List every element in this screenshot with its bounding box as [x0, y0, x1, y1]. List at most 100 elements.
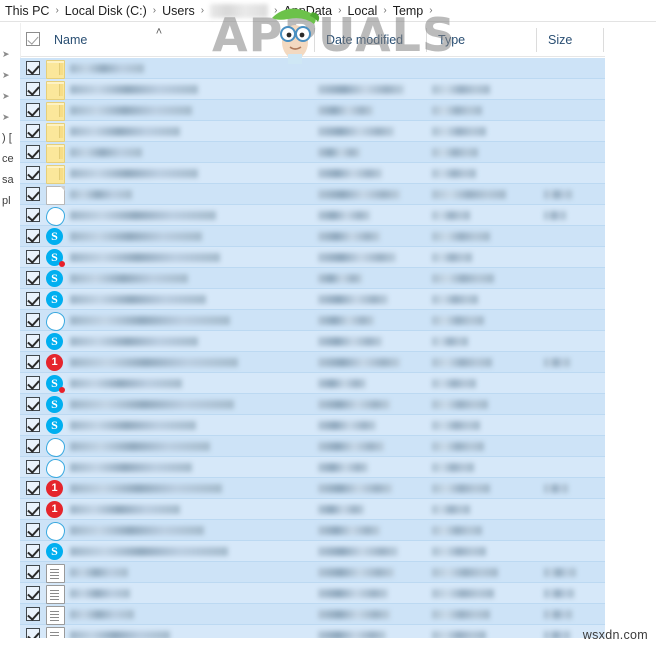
row-checkbox[interactable] [26, 502, 40, 516]
breadcrumb-item-appdata[interactable]: AppData [280, 0, 335, 22]
file-row[interactable] [20, 163, 605, 184]
cell-type [432, 379, 476, 388]
red-badge-icon: 1 [46, 354, 63, 371]
file-row[interactable] [20, 562, 605, 583]
column-header-name[interactable]: Name [46, 23, 318, 57]
file-row[interactable]: 1 [20, 352, 605, 373]
breadcrumb-item-local[interactable]: Local [344, 0, 380, 22]
row-checkbox[interactable] [26, 628, 40, 638]
cell-file-name [70, 85, 198, 94]
row-checkbox[interactable] [26, 229, 40, 243]
row-checkbox[interactable] [26, 376, 40, 390]
row-checkbox[interactable] [26, 187, 40, 201]
cell-type [432, 484, 490, 493]
sidebar-item[interactable]: ➤ [0, 107, 20, 128]
file-row[interactable] [20, 436, 605, 457]
row-checkbox[interactable] [26, 544, 40, 558]
select-all-checkbox[interactable] [26, 32, 40, 46]
skype-icon: S [46, 417, 63, 434]
row-checkbox[interactable] [26, 124, 40, 138]
row-checkbox[interactable] [26, 292, 40, 306]
sidebar-item[interactable]: ) [ [0, 128, 20, 149]
sidebar-item[interactable]: ➤ [0, 44, 20, 65]
breadcrumb-item-users[interactable]: Users [159, 0, 198, 22]
breadcrumb-item-this-pc[interactable]: This PC [2, 0, 52, 22]
file-row[interactable] [20, 79, 605, 100]
chevron-right-icon[interactable]: ➤ [2, 70, 10, 80]
row-checkbox[interactable] [26, 460, 40, 474]
column-resize-handle[interactable] [603, 28, 604, 52]
cell-file-name [70, 316, 230, 325]
file-row[interactable] [20, 310, 605, 331]
row-checkbox[interactable] [26, 334, 40, 348]
row-checkbox[interactable] [26, 208, 40, 222]
file-row[interactable]: S [20, 289, 605, 310]
file-row[interactable] [20, 583, 605, 604]
file-row[interactable]: S [20, 268, 605, 289]
row-checkbox[interactable] [26, 313, 40, 327]
row-checkbox[interactable] [26, 481, 40, 495]
row-checkbox[interactable] [26, 250, 40, 264]
breadcrumb-item-local-disk-c[interactable]: Local Disk (C:) [62, 0, 150, 22]
sidebar-item[interactable]: ➤ [0, 86, 20, 107]
row-checkbox[interactable] [26, 103, 40, 117]
row-checkbox[interactable] [26, 523, 40, 537]
sidebar-item[interactable] [0, 23, 20, 44]
file-row[interactable] [20, 100, 605, 121]
row-checkbox[interactable] [26, 166, 40, 180]
row-checkbox[interactable] [26, 397, 40, 411]
file-row[interactable] [20, 604, 605, 625]
cell-type [432, 526, 482, 535]
file-row[interactable] [20, 142, 605, 163]
cell-file-name [70, 253, 220, 262]
file-list[interactable]: SSSSS1SSS11SS [20, 58, 605, 638]
row-checkbox[interactable] [26, 355, 40, 369]
chevron-right-icon[interactable]: ➤ [2, 91, 10, 101]
file-row[interactable] [20, 457, 605, 478]
file-row[interactable]: S [20, 541, 605, 562]
file-row[interactable]: S [20, 331, 605, 352]
column-header-type[interactable]: Type [430, 23, 540, 57]
file-row[interactable]: 1 [20, 478, 605, 499]
file-row[interactable] [20, 58, 605, 79]
breadcrumb-item-temp[interactable]: Temp [390, 0, 427, 22]
file-row[interactable] [20, 121, 605, 142]
file-row[interactable]: 1 [20, 499, 605, 520]
sidebar-item[interactable]: ➤ [0, 65, 20, 86]
row-checkbox[interactable] [26, 565, 40, 579]
address-bar[interactable]: This PC › Local Disk (C:) › Users › › AppData › L… [0, 0, 656, 22]
file-row[interactable]: S [20, 394, 605, 415]
row-checkbox[interactable] [26, 271, 40, 285]
row-checkbox[interactable] [26, 586, 40, 600]
breadcrumb-item-username-redacted[interactable] [210, 3, 269, 18]
navigation-pane[interactable]: ➤ ➤ ➤ ➤ ) [ce sa pl [0, 23, 21, 650]
chevron-right-icon[interactable]: ➤ [2, 112, 10, 122]
file-row[interactable] [20, 625, 605, 638]
sidebar-item[interactable]: ce [0, 149, 20, 170]
cell-file-name [70, 442, 210, 451]
file-row[interactable]: S [20, 373, 605, 394]
row-checkbox[interactable] [26, 439, 40, 453]
column-resize-handle[interactable] [536, 28, 537, 52]
row-checkbox[interactable] [26, 418, 40, 432]
column-resize-handle[interactable] [426, 28, 427, 52]
row-checkbox[interactable] [26, 607, 40, 621]
file-row[interactable] [20, 205, 605, 226]
chevron-right-icon[interactable]: ➤ [2, 49, 10, 59]
column-header-bar[interactable]: ˄ Name Date modified Type Size [20, 23, 605, 57]
file-row[interactable]: S [20, 415, 605, 436]
cell-type [432, 400, 488, 409]
row-checkbox[interactable] [26, 61, 40, 75]
sidebar-item[interactable]: sa [0, 170, 20, 191]
column-header-size[interactable]: Size [540, 23, 605, 57]
column-resize-handle[interactable] [314, 28, 315, 52]
file-row[interactable] [20, 184, 605, 205]
file-row[interactable] [20, 520, 605, 541]
file-row[interactable]: S [20, 226, 605, 247]
row-checkbox[interactable] [26, 145, 40, 159]
sidebar-item[interactable]: pl [0, 191, 20, 212]
column-header-date-modified[interactable]: Date modified [318, 23, 430, 57]
cell-file-name [70, 169, 198, 178]
row-checkbox[interactable] [26, 82, 40, 96]
file-row[interactable]: S [20, 247, 605, 268]
